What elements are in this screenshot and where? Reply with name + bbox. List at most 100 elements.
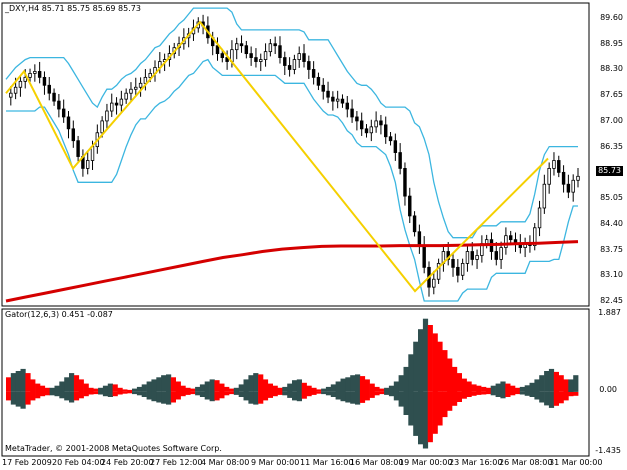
gator-upper-bar	[25, 373, 31, 392]
gator-lower-bar	[388, 392, 395, 397]
gator-lower-bar	[10, 392, 16, 405]
gator-lower-bar	[359, 392, 366, 403]
gator-lower-bar	[355, 392, 361, 405]
gator-upper-bar	[573, 375, 579, 392]
gator-upper-bar	[548, 368, 555, 392]
gator-axis-zero: 0.00	[599, 385, 617, 394]
gator-upper-bar	[422, 318, 429, 392]
gator-upper-bar	[359, 376, 366, 392]
gator-upper-bar	[44, 387, 50, 392]
gator-lower-bar	[136, 392, 143, 396]
gator-lower-bar	[553, 392, 559, 406]
gator-upper-bar	[49, 387, 55, 392]
gator-lower-bar	[495, 392, 501, 397]
gator-upper-bar	[515, 387, 521, 392]
price-axis-label: 85.05	[600, 193, 623, 202]
gator-lower-bar	[500, 392, 506, 399]
gator-lower-bar	[204, 392, 210, 400]
gator-lower-bar	[214, 392, 220, 401]
gator-lower-bar	[122, 392, 128, 394]
gator-upper-bar	[102, 385, 109, 392]
gator-lower-bar	[267, 392, 273, 398]
gator-upper-bar	[156, 377, 162, 392]
gator-lower-bar	[170, 392, 176, 403]
gator-lower-bar	[209, 392, 215, 402]
gator-lower-bar	[243, 392, 249, 401]
gator-upper-bar	[403, 366, 409, 392]
gator-upper-bar	[151, 379, 157, 392]
gator-lower-bar	[30, 392, 36, 401]
gator-upper-bar	[442, 350, 448, 392]
gator-upper-bar	[553, 371, 559, 392]
gator-upper-bar	[325, 386, 332, 392]
time-axis-label: 19 Mar 00:00	[399, 458, 453, 467]
gator-lower-bar	[185, 392, 191, 395]
gator-upper-bar	[311, 387, 317, 392]
gator-lower-bar	[219, 392, 225, 399]
gator-lower-bar	[146, 392, 152, 400]
gator-lower-bar	[345, 392, 351, 403]
gator-lower-bar	[544, 392, 550, 406]
gator-lower-bar	[490, 392, 496, 396]
gator-upper-bar	[476, 385, 482, 392]
time-axis-label: 17 Feb 2009	[2, 458, 52, 467]
gator-upper-bar	[35, 383, 41, 392]
gator-upper-bar	[93, 388, 99, 392]
gator-upper-bar	[534, 379, 540, 392]
gator-upper-bar	[418, 329, 424, 392]
gator-upper-bar	[369, 383, 375, 392]
chart-canvas	[0, 0, 627, 470]
gator-lower-bar	[44, 392, 50, 396]
symbol-header: _DXY,H4 85.71 85.75 85.69 85.73	[5, 4, 141, 13]
gator-upper-bar	[393, 381, 399, 392]
gator-upper-bar	[69, 373, 75, 392]
gator-lower-bar	[20, 392, 26, 409]
gator-axis-min: -1.435	[595, 446, 621, 455]
gator-lower-bar	[456, 392, 462, 402]
gator-upper-bar	[88, 387, 94, 392]
gator-upper-bar	[413, 341, 419, 392]
gator-lower-bar	[98, 392, 104, 395]
gator-upper-bar	[466, 381, 472, 392]
gator-lower-bar	[573, 392, 579, 396]
gator-lower-bar	[6, 392, 12, 401]
price-axis-label: 83.75	[600, 245, 623, 254]
gator-lower-bar	[539, 392, 545, 403]
gator-upper-bar	[161, 375, 167, 392]
gator-upper-bar	[243, 379, 249, 392]
gator-upper-bar	[384, 387, 390, 392]
gator-upper-bar	[447, 358, 453, 392]
gator-upper-bar	[238, 384, 244, 392]
gator-upper-bar	[539, 375, 545, 392]
gator-lower-bar	[350, 392, 356, 404]
gator-lower-bar	[461, 392, 467, 399]
gator-lower-bar	[180, 392, 186, 397]
gator-lower-bar	[238, 392, 244, 397]
gator-upper-bar	[59, 381, 65, 392]
gator-upper-bar	[219, 383, 225, 392]
gator-upper-bar	[432, 333, 438, 392]
gator-lower-bar	[563, 392, 569, 401]
gator-lower-bar	[418, 392, 424, 445]
gator-upper-bar	[214, 380, 220, 392]
gator-lower-bar	[25, 392, 31, 405]
gator-lower-bar	[330, 392, 336, 397]
gator-upper-bar	[78, 379, 84, 392]
gator-lower-bar	[340, 392, 346, 402]
gator-upper-bar	[73, 375, 80, 392]
gator-lower-bar	[59, 392, 65, 399]
gator-axis-max: 1.887	[598, 308, 621, 317]
gator-upper-bar	[195, 386, 201, 392]
gator-upper-bar	[427, 325, 433, 392]
gator-upper-bar	[39, 385, 46, 392]
gator-lower-bar	[73, 392, 80, 401]
time-axis-label: 9 Mar 00:00	[251, 458, 300, 467]
gator-upper-bar	[54, 385, 60, 392]
gator-upper-bar	[83, 383, 89, 392]
gator-upper-bar	[112, 384, 118, 392]
gator-lower-bar	[325, 392, 332, 396]
gator-upper-bar	[398, 375, 404, 392]
gator-lower-bar	[311, 392, 317, 395]
price-axis-label: 84.40	[600, 219, 623, 228]
gator-upper-bar	[64, 377, 70, 392]
